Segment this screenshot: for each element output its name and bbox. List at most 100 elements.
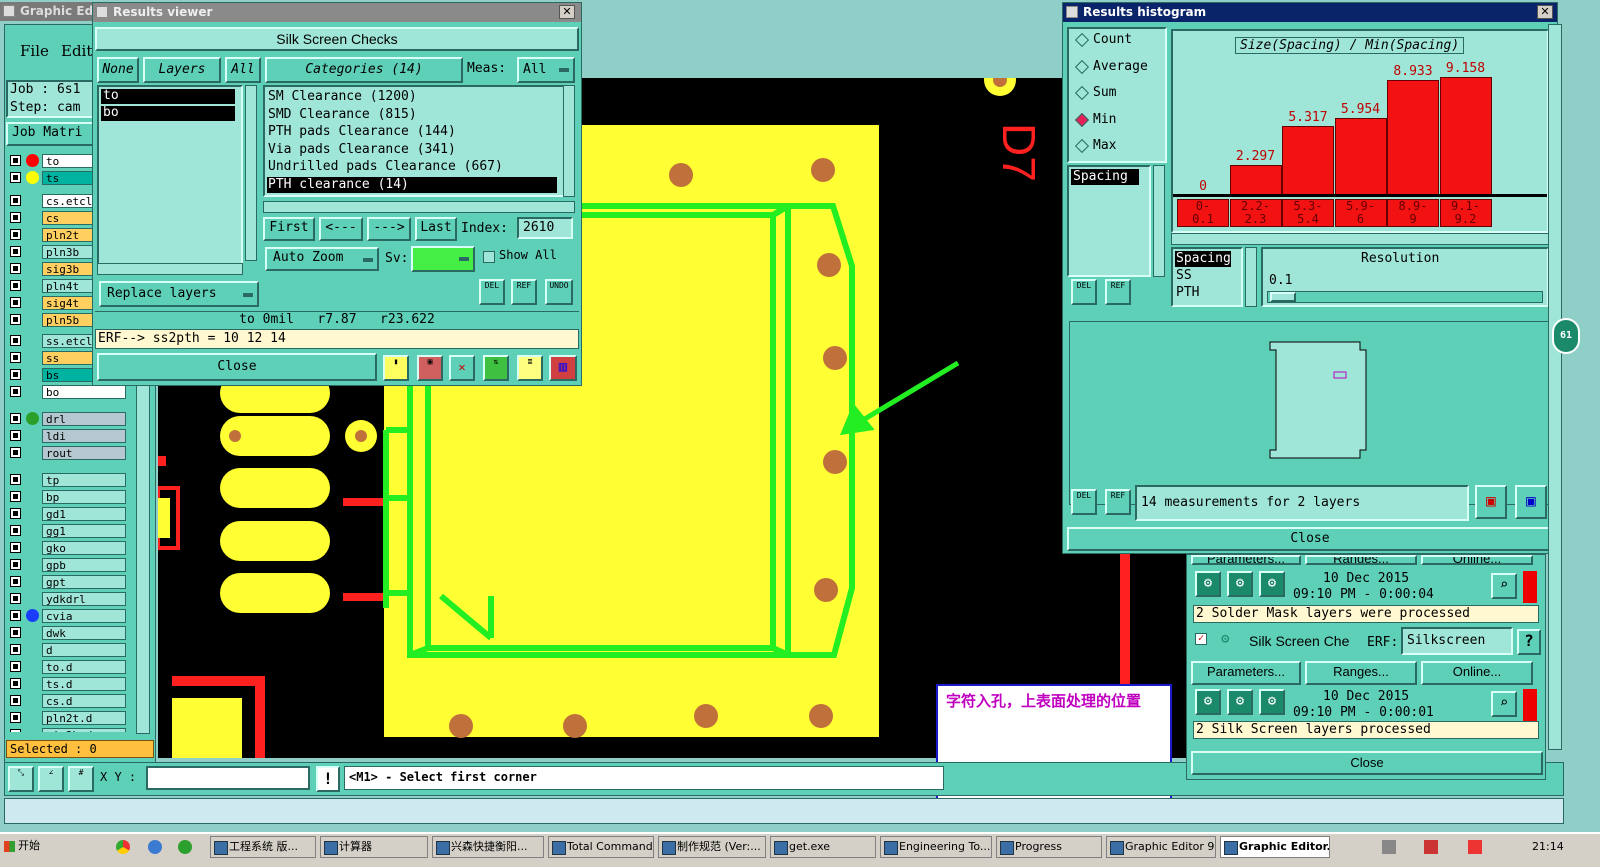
category-item[interactable]: PTH clearance (14) bbox=[267, 177, 557, 193]
histogram-bar[interactable] bbox=[1229, 165, 1282, 195]
layer-row[interactable]: to.d bbox=[10, 660, 126, 674]
tray-icon[interactable] bbox=[1468, 840, 1482, 854]
histogram-bar[interactable] bbox=[1439, 77, 1492, 195]
radio-icon[interactable] bbox=[1074, 112, 1090, 127]
category-item[interactable]: Via pads Clearance (341) bbox=[267, 142, 557, 158]
category-vscroll[interactable] bbox=[563, 85, 575, 197]
results-viewer-titlebar[interactable]: Results viewer bbox=[93, 3, 581, 22]
radio-icon[interactable] bbox=[1074, 85, 1090, 101]
layer-checkbox[interactable] bbox=[10, 155, 21, 166]
zoom-fit-icon[interactable]: ⤡ bbox=[8, 766, 34, 792]
resolution-slider[interactable] bbox=[1267, 291, 1543, 303]
ie-icon[interactable] bbox=[148, 840, 162, 854]
layer-row[interactable]: drl bbox=[10, 412, 126, 426]
layer-row[interactable]: ldi bbox=[10, 429, 126, 443]
taskbar-item[interactable]: 计算器 bbox=[320, 836, 428, 858]
category-item[interactable]: PTH pads Clearance (144) bbox=[267, 124, 557, 140]
check-checkbox[interactable]: ✓ bbox=[1195, 633, 1207, 645]
layer-name[interactable]: sig3b.d bbox=[42, 728, 126, 732]
layer-row[interactable]: d bbox=[10, 643, 126, 657]
browser-icon[interactable] bbox=[178, 840, 192, 854]
tray-icon[interactable] bbox=[1424, 840, 1438, 854]
layer-checkbox[interactable] bbox=[10, 593, 21, 604]
run-icon[interactable]: ⚙ bbox=[1195, 689, 1221, 715]
layer-name[interactable]: gpb bbox=[42, 558, 126, 572]
alert-icon[interactable]: ! bbox=[316, 766, 340, 792]
measure-icon[interactable]: ∠ bbox=[38, 766, 64, 792]
categories-button[interactable]: Categories (14) bbox=[265, 57, 463, 83]
layer-name[interactable]: drl bbox=[42, 412, 126, 426]
delete-icon[interactable]: DEL bbox=[479, 279, 505, 305]
layer-name[interactable]: cs.d bbox=[42, 694, 126, 708]
layer-checkbox[interactable] bbox=[10, 661, 21, 672]
resolution-item[interactable]: PTH bbox=[1175, 285, 1199, 301]
layer-checkbox[interactable] bbox=[10, 335, 21, 346]
resolution-item[interactable]: Spacing bbox=[1175, 251, 1231, 267]
monitor-close-button[interactable]: Close bbox=[1191, 751, 1543, 775]
layer-list-vscroll[interactable] bbox=[245, 85, 257, 261]
layer-row[interactable]: gko bbox=[10, 541, 126, 555]
layer-row[interactable]: sig3b.d bbox=[10, 728, 126, 732]
xy-input[interactable] bbox=[146, 766, 310, 790]
layer-checkbox[interactable] bbox=[10, 508, 21, 519]
ranges-button-1[interactable]: Ranges... bbox=[1305, 555, 1417, 565]
category-hscroll[interactable] bbox=[263, 201, 575, 213]
reference-icon[interactable]: REF bbox=[511, 279, 537, 305]
category-item[interactable]: SMD Clearance (815) bbox=[267, 107, 557, 123]
mode-option-sum[interactable]: Sum bbox=[1071, 84, 1165, 104]
stop-icon[interactable]: ⚙ bbox=[1259, 689, 1285, 715]
menu-file[interactable]: File bbox=[20, 42, 49, 60]
parameters-button-1[interactable]: Parameters... bbox=[1191, 555, 1301, 565]
layer-checkbox[interactable] bbox=[10, 212, 21, 223]
spacing-vscroll[interactable] bbox=[1153, 165, 1165, 277]
help-button[interactable]: ? bbox=[1517, 629, 1541, 655]
layer-checkbox[interactable] bbox=[10, 542, 21, 553]
run-all-icon[interactable]: ⚙ bbox=[1227, 571, 1253, 597]
taskbar-item[interactable]: 兴森快捷衡阳... bbox=[432, 836, 544, 858]
layer-row[interactable]: cvia bbox=[10, 609, 126, 623]
highlight-icon[interactable]: ▮ bbox=[383, 355, 409, 381]
layer-checkbox[interactable] bbox=[10, 246, 21, 257]
delete-icon[interactable]: DEL bbox=[1071, 279, 1097, 305]
layer-row[interactable]: gpt bbox=[10, 575, 126, 589]
radio-icon[interactable] bbox=[1074, 138, 1090, 154]
tray-icon[interactable] bbox=[1382, 840, 1396, 854]
right-scrollbar[interactable] bbox=[1548, 24, 1562, 750]
layer-name[interactable]: ydkdrl bbox=[42, 592, 126, 606]
taskbar-item[interactable]: Progress bbox=[996, 836, 1102, 858]
prev-button[interactable]: <--- bbox=[319, 217, 363, 241]
report-icon[interactable]: ≣ bbox=[517, 355, 543, 381]
layer-name[interactable]: ts.d bbox=[42, 677, 126, 691]
layer-name[interactable]: d bbox=[42, 643, 126, 657]
layer-row[interactable]: rout bbox=[10, 446, 126, 460]
zoom-to-icon[interactable]: ▣ bbox=[1475, 485, 1507, 519]
layer-name[interactable]: ldi bbox=[42, 429, 126, 443]
mode-option-count[interactable]: Count bbox=[1071, 31, 1165, 51]
layer-checkbox[interactable] bbox=[10, 447, 21, 458]
layer-row[interactable]: bp bbox=[10, 490, 126, 504]
layer-checkbox[interactable] bbox=[10, 712, 21, 723]
layer-checkbox[interactable] bbox=[10, 369, 21, 380]
meas-select[interactable]: All bbox=[517, 57, 575, 83]
layer-checkbox[interactable] bbox=[10, 559, 21, 570]
layer-checkbox[interactable] bbox=[10, 314, 21, 325]
layer-row[interactable]: dwk bbox=[10, 626, 126, 640]
spacing-item[interactable]: Spacing bbox=[1071, 169, 1139, 185]
parameters-button-2[interactable]: Parameters... bbox=[1191, 661, 1301, 685]
taskbar-item[interactable]: 制作规范 (Ver:... bbox=[658, 836, 766, 858]
resolution-item[interactable]: SS bbox=[1175, 268, 1192, 284]
layers-button[interactable]: Layers bbox=[143, 57, 221, 83]
layer-checkbox[interactable] bbox=[10, 474, 21, 485]
layer-checkbox[interactable] bbox=[10, 430, 21, 441]
close-icon[interactable]: ✕ bbox=[1537, 5, 1553, 19]
taskbar-item[interactable]: Engineering To... bbox=[880, 836, 992, 858]
layer-checkbox[interactable] bbox=[10, 678, 21, 689]
layer-checkbox[interactable] bbox=[10, 280, 21, 291]
layer-item-bo[interactable]: bo bbox=[101, 106, 235, 121]
layer-checkbox[interactable] bbox=[10, 729, 21, 732]
layer-checkbox[interactable] bbox=[10, 576, 21, 587]
layer-checkbox[interactable] bbox=[10, 644, 21, 655]
side-badge[interactable]: 61 bbox=[1552, 318, 1580, 354]
taskbar-item[interactable]: Graphic Editor 9.... bbox=[1106, 836, 1216, 858]
layer-checkbox[interactable] bbox=[10, 525, 21, 536]
